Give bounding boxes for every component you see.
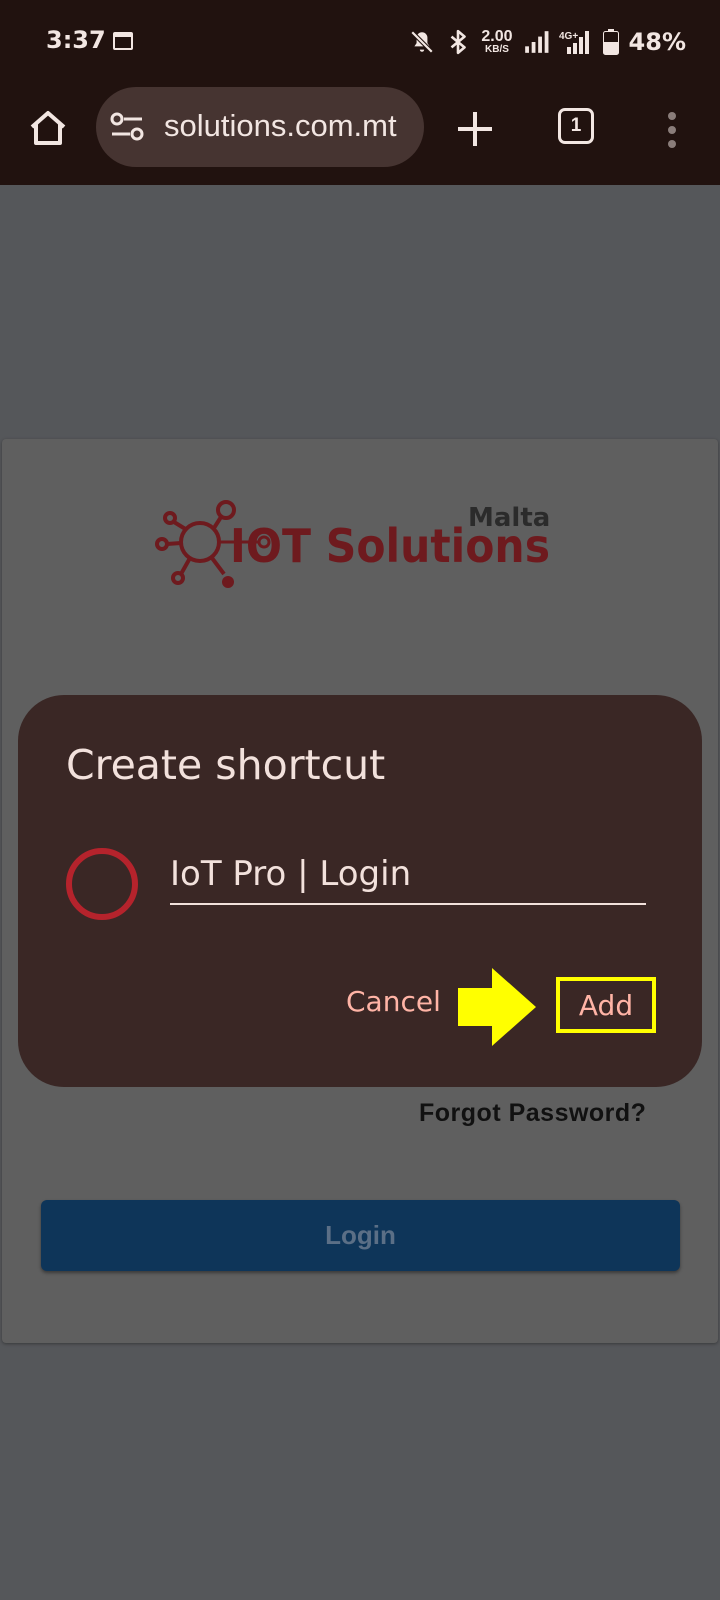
logo-main-text: IOT Solutions <box>230 519 550 573</box>
create-shortcut-dialog: Create shortcut Cancel Add <box>18 695 702 1087</box>
tab-switcher-button[interactable]: 1 <box>558 108 594 144</box>
url-bar[interactable]: solutions.com.mt <box>96 87 424 167</box>
browser-toolbar: solutions.com.mt 1 <box>0 84 720 185</box>
tab-count: 1 <box>570 115 582 136</box>
network-speed: 2.00 KB/S <box>481 29 512 55</box>
add-button-label: Add <box>578 988 634 1022</box>
battery-percent: 48% <box>628 28 686 56</box>
home-icon[interactable] <box>26 106 70 150</box>
network-type-label: 4G+ <box>559 31 578 42</box>
login-button[interactable]: Login <box>41 1200 680 1271</box>
dialog-title: Create shortcut <box>66 741 386 789</box>
bluetooth-icon <box>451 29 467 55</box>
cancel-button[interactable]: Cancel <box>346 985 441 1018</box>
signal-4g-icon: 4G+ <box>559 31 589 54</box>
iot-solutions-logo: Malta IOT Solutions <box>155 500 550 588</box>
network-speed-unit: KB/S <box>485 44 509 55</box>
calendar-icon <box>113 32 133 50</box>
arrow-annotation-icon <box>458 968 536 1046</box>
status-time: 3:37 <box>46 26 106 54</box>
signal-icon <box>524 31 549 53</box>
shortcut-name-input[interactable] <box>170 845 646 905</box>
add-button[interactable]: Add <box>556 977 656 1033</box>
notifications-off-icon <box>411 30 434 54</box>
more-menu-icon[interactable] <box>660 110 684 150</box>
forgot-password-link[interactable]: Forgot Password? <box>419 1099 646 1128</box>
status-bar: 3:37 2.00 KB/S 4G+ 48% <box>0 0 720 84</box>
battery-icon <box>602 29 619 55</box>
new-tab-icon[interactable] <box>452 106 498 152</box>
status-icons: 2.00 KB/S 4G+ 48% <box>409 26 686 58</box>
network-speed-value: 2.00 <box>481 28 513 45</box>
url-text: solutions.com.mt <box>164 108 397 143</box>
site-favicon-icon <box>66 848 138 920</box>
site-settings-icon[interactable] <box>110 111 144 143</box>
login-button-label: Login <box>325 1220 396 1250</box>
